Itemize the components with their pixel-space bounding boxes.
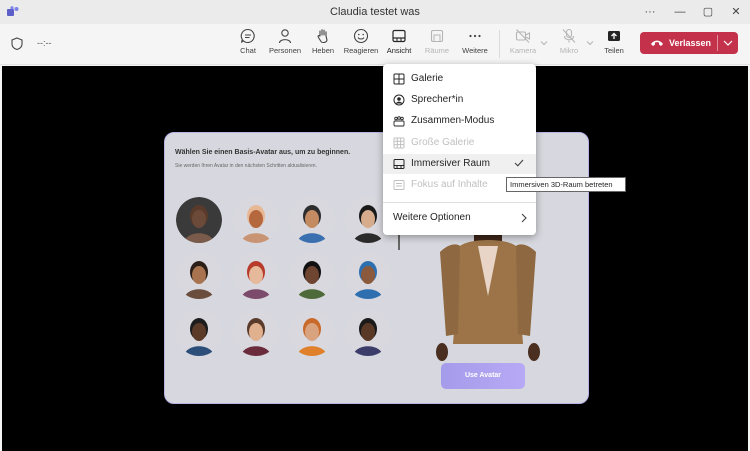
avatar-option[interactable] bbox=[233, 197, 279, 243]
avatar-thumbnail bbox=[176, 310, 222, 356]
camera-chevron-icon[interactable] bbox=[540, 40, 548, 46]
avatar-option[interactable] bbox=[345, 310, 391, 356]
menu-item-speaker[interactable]: Sprecher*in bbox=[383, 90, 536, 110]
leave-label: Verlassen bbox=[669, 38, 712, 48]
avatar-option[interactable] bbox=[289, 253, 335, 299]
menu-item-label: Galerie bbox=[411, 73, 444, 84]
menu-item-more-options[interactable]: Weitere Optionen bbox=[383, 208, 536, 228]
avatar-thumbnail bbox=[289, 253, 335, 299]
immersive-room-icon bbox=[393, 159, 405, 169]
share-label: Teilen bbox=[604, 46, 624, 55]
avatar-preview bbox=[436, 234, 540, 361]
camera-button[interactable]: Kamera bbox=[503, 28, 543, 55]
avatar-option[interactable] bbox=[289, 197, 335, 243]
menu-item-label: Große Galerie bbox=[411, 137, 475, 148]
menu-item-together-mode[interactable]: Zusammen-Modus bbox=[383, 111, 536, 131]
share-icon bbox=[608, 31, 620, 41]
avatar-thumbnail bbox=[176, 197, 222, 243]
avatar-list-scrollbar[interactable] bbox=[398, 234, 400, 250]
view-button[interactable]: Ansicht bbox=[379, 28, 419, 55]
more-label: Weitere bbox=[462, 46, 488, 55]
close-window-button[interactable]: ✕ bbox=[726, 4, 746, 20]
avatar-option[interactable] bbox=[233, 310, 279, 356]
avatar-option[interactable] bbox=[345, 253, 391, 299]
avatar-thumbnail bbox=[345, 310, 391, 356]
meeting-toolbar: --:-- Chat Personen Heben Reagieren Ansi… bbox=[0, 24, 750, 65]
tooltip: Immersiven 3D-Raum betreten bbox=[506, 177, 626, 192]
mic-label: Mikro bbox=[559, 46, 579, 55]
mic-chevron-icon[interactable] bbox=[586, 40, 594, 46]
shield-icon[interactable] bbox=[11, 37, 23, 50]
avatar-thumbnail bbox=[233, 197, 279, 243]
chevron-right-icon bbox=[521, 213, 527, 223]
speaker-icon bbox=[393, 94, 405, 106]
menu-item-label: Sprecher*in bbox=[411, 94, 464, 105]
rooms-label: Räume bbox=[424, 46, 450, 55]
meeting-timer: --:-- bbox=[37, 38, 52, 48]
people-label: Personen bbox=[268, 46, 302, 55]
avatar-thumbnail bbox=[345, 253, 391, 299]
toolbar-divider bbox=[499, 30, 500, 58]
avatar-option[interactable] bbox=[176, 310, 222, 356]
together-mode-icon bbox=[393, 116, 405, 127]
maximize-button[interactable]: ▢ bbox=[698, 4, 718, 20]
rooms-icon bbox=[430, 29, 444, 43]
avatar-panel-heading: Wählen Sie einen Basis-Avatar aus, um zu… bbox=[175, 149, 351, 156]
react-label: Reagieren bbox=[343, 46, 379, 55]
chat-label: Chat bbox=[240, 46, 256, 55]
people-icon bbox=[278, 29, 292, 44]
avatar-option[interactable] bbox=[233, 253, 279, 299]
avatar-option[interactable] bbox=[176, 197, 222, 243]
use-avatar-button[interactable]: Use Avatar bbox=[441, 363, 525, 389]
avatar-thumbnail bbox=[289, 310, 335, 356]
camera-label: Kamera bbox=[509, 46, 537, 55]
minimize-button[interactable]: — bbox=[670, 4, 690, 20]
avatar-thumbnail bbox=[289, 197, 335, 243]
more-button[interactable]: Weitere bbox=[455, 28, 495, 55]
window-title: Claudia testet was bbox=[330, 6, 420, 18]
menu-item-label: Fokus auf Inhalte bbox=[411, 179, 488, 190]
hang-up-icon bbox=[651, 40, 663, 46]
rooms-button[interactable]: Räume bbox=[417, 28, 457, 55]
window-more-button[interactable]: ··· bbox=[640, 4, 660, 20]
menu-item-large-gallery[interactable]: Große Galerie bbox=[383, 133, 536, 153]
avatar-option[interactable] bbox=[289, 310, 335, 356]
chat-icon bbox=[240, 28, 255, 43]
leave-divider bbox=[717, 35, 718, 51]
grid-icon bbox=[393, 73, 405, 85]
menu-item-immersive-room[interactable]: Immersiver Raum bbox=[383, 154, 536, 174]
avatar-thumbnail bbox=[233, 310, 279, 356]
focus-content-icon bbox=[393, 180, 405, 190]
menu-separator bbox=[383, 202, 536, 203]
raise-hand-label: Heben bbox=[311, 46, 335, 55]
leave-chevron-icon[interactable] bbox=[723, 40, 733, 46]
chat-button[interactable]: Chat bbox=[228, 28, 268, 55]
raise-hand-icon bbox=[317, 29, 328, 44]
people-button[interactable]: Personen bbox=[265, 28, 305, 55]
avatar-thumbnail bbox=[233, 253, 279, 299]
view-icon bbox=[392, 29, 406, 43]
avatar-panel-subheading: Sie werden Ihren Avatar in den nächsten … bbox=[175, 163, 317, 169]
menu-item-label: Zusammen-Modus bbox=[411, 115, 495, 126]
raise-hand-button[interactable]: Heben bbox=[303, 28, 343, 55]
menu-item-label: Immersiver Raum bbox=[411, 158, 490, 169]
more-icon bbox=[469, 34, 481, 38]
avatar-option[interactable] bbox=[176, 253, 222, 299]
avatar-thumbnail bbox=[176, 253, 222, 299]
camera-off-icon bbox=[515, 29, 531, 43]
menu-item-gallery[interactable]: Galerie bbox=[383, 69, 536, 89]
view-label: Ansicht bbox=[386, 46, 412, 55]
title-bar: Claudia testet was ··· — ▢ ✕ bbox=[0, 0, 750, 24]
leave-button[interactable]: Verlassen bbox=[640, 32, 738, 54]
share-button[interactable]: Teilen bbox=[594, 28, 634, 55]
mic-button[interactable]: Mikro bbox=[549, 28, 589, 55]
checkmark-icon bbox=[514, 159, 524, 167]
emoji-icon bbox=[353, 28, 369, 44]
react-button[interactable]: Reagieren bbox=[341, 28, 381, 55]
mic-off-icon bbox=[562, 28, 576, 43]
menu-item-label: Weitere Optionen bbox=[393, 212, 471, 223]
view-menu: Galerie Sprecher*in Zusammen-Modus Große… bbox=[383, 64, 536, 235]
large-gallery-icon bbox=[393, 137, 405, 149]
